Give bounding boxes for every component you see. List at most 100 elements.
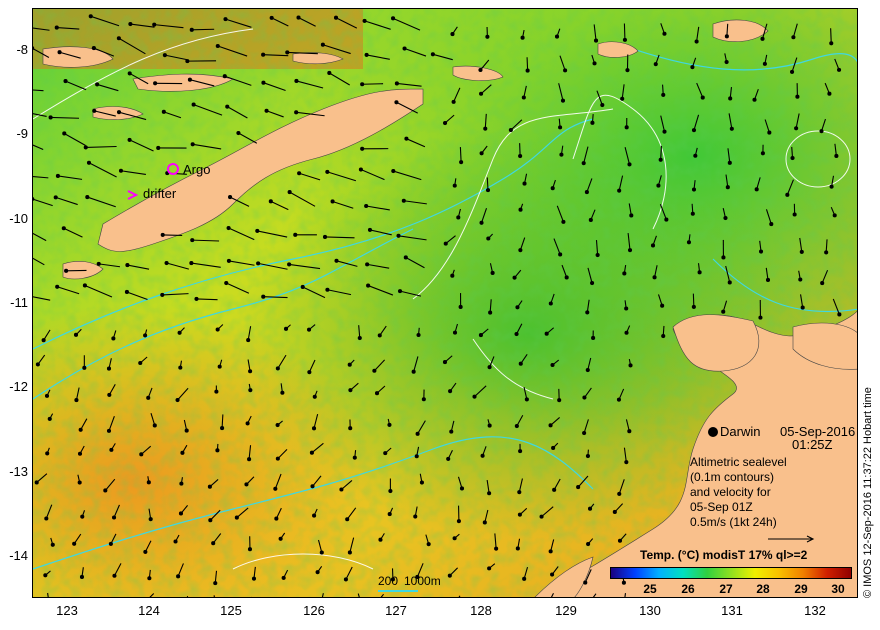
velocity-arrow-head (360, 146, 365, 151)
velocity-arrow-head (127, 71, 132, 76)
velocity-arrow-head (472, 394, 477, 399)
velocity-arrow-head (95, 82, 100, 87)
darwin-location-icon[interactable] (708, 427, 718, 437)
velocity-arrow-head (256, 261, 261, 266)
velocity-arrow-head (178, 365, 183, 370)
velocity-arrow-head (551, 445, 556, 450)
velocity-arrow-head (226, 225, 231, 231)
velocity-arrow-head (404, 136, 409, 141)
velocity-arrow-head (261, 294, 266, 299)
velocity-arrow-head (343, 577, 348, 582)
velocity-arrow-head (92, 108, 97, 113)
velocity-arrow-head (550, 572, 555, 577)
velocity-arrow-head (357, 335, 362, 341)
velocity-arrow-head (622, 37, 627, 42)
velocity-arrow-head (388, 489, 393, 494)
velocity-arrow-head (156, 145, 161, 151)
velocity-arrow-head (758, 315, 763, 320)
velocity-arrow-head (600, 103, 605, 108)
velocity-arrow-head (322, 234, 328, 239)
velocity-arrow-head (478, 67, 483, 73)
velocity-arrow-head (458, 304, 463, 310)
velocity-arrow-head (487, 491, 492, 496)
velocity-arrow-head (281, 575, 286, 580)
velocity-arrow-head (691, 128, 697, 133)
velocity-arrow-head (86, 160, 92, 165)
velocity-arrow-head (517, 512, 522, 517)
velocity-arrow-head (273, 486, 278, 491)
velocity-arrow-head (827, 91, 832, 96)
velocity-arrow-head (557, 398, 562, 403)
velocity-arrow-head (514, 331, 519, 337)
velocity-arrow-head (413, 514, 418, 519)
velocity-arrow-head (275, 422, 280, 428)
velocity-arrow-head (483, 126, 488, 131)
velocity-arrow-head (80, 514, 85, 519)
velocity-arrow-head (430, 52, 435, 57)
velocity-arrow-head (518, 248, 523, 253)
velocity-arrow-head (190, 238, 195, 243)
velocity-arrow-head (293, 232, 298, 237)
velocity-arrow-head (35, 362, 40, 367)
velocity-arrow-head (451, 99, 456, 104)
colorbar-tick: 25 (643, 582, 657, 596)
velocity-arrow-head (421, 397, 426, 402)
velocity-arrow-head (175, 397, 180, 403)
velocity-arrow-head (517, 490, 522, 495)
velocity-arrow-head (274, 516, 279, 521)
scale-label-1000m: 1000m (404, 574, 441, 588)
lon-label: 127 (385, 603, 407, 618)
velocity-arrow-head (728, 96, 733, 101)
velocity-arrow-head (146, 480, 151, 485)
velocity-arrow-head (147, 576, 152, 581)
velocity-arrow-head (74, 398, 79, 403)
velocity-arrow-head (234, 515, 239, 520)
velocity-arrow-head (628, 363, 633, 368)
velocity-arrow-head (518, 207, 523, 212)
velocity-arrow-head (479, 151, 484, 156)
velocity-arrow-head (77, 451, 83, 456)
velocity-arrow-head (582, 395, 587, 400)
velocity-arrow-head (179, 481, 184, 486)
velocity-arrow-head (330, 199, 335, 204)
velocity-arrow-head (88, 14, 93, 19)
velocity-arrow-head (44, 516, 49, 521)
velocity-arrow-head (177, 330, 182, 335)
velocity-arrow-head (561, 219, 566, 224)
velocity-arrow-head (160, 292, 165, 297)
velocity-arrow-head (280, 390, 285, 395)
velocity-arrow-head (790, 69, 795, 74)
velocity-arrow-head (327, 70, 332, 76)
velocity-arrow-head (824, 250, 829, 255)
velocity-arrow-head (139, 452, 144, 457)
velocity-arrow-head (769, 222, 774, 227)
station-time: 01:25Z (792, 437, 833, 452)
velocity-arrow-head (416, 332, 421, 338)
velocity-arrow-head (560, 98, 566, 103)
velocity-arrow-head (478, 333, 483, 338)
velocity-arrow-head (62, 131, 67, 136)
velocity-arrow-head (112, 573, 117, 578)
velocity-arrow-head (287, 190, 292, 195)
velocity-arrow-head (64, 268, 69, 273)
velocity-arrow (191, 28, 215, 31)
velocity-arrow-head (307, 370, 312, 375)
drifter-label: drifter (143, 186, 177, 201)
velocity-arrow-head (396, 233, 401, 238)
velocity-arrow-head (515, 546, 520, 551)
velocity-arrow-head (591, 335, 596, 341)
velocity-arrow-head (592, 61, 597, 66)
velocity-arrow-head (275, 366, 280, 371)
lon-label: 130 (639, 603, 661, 618)
velocity-arrow-head (187, 77, 192, 82)
velocity-arrow-head (590, 120, 595, 125)
velocity-arrow-head (656, 183, 661, 188)
velocity-arrow-head (374, 391, 380, 396)
velocity-arrow-head (487, 365, 492, 370)
velocity-arrow-head (524, 397, 529, 402)
velocity-arrow-head (278, 536, 283, 541)
velocity-arrow-head (836, 67, 842, 72)
velocity-arrow-head (111, 336, 116, 341)
velocity-arrow-head (161, 109, 166, 114)
velocity-arrow-head (77, 480, 82, 485)
